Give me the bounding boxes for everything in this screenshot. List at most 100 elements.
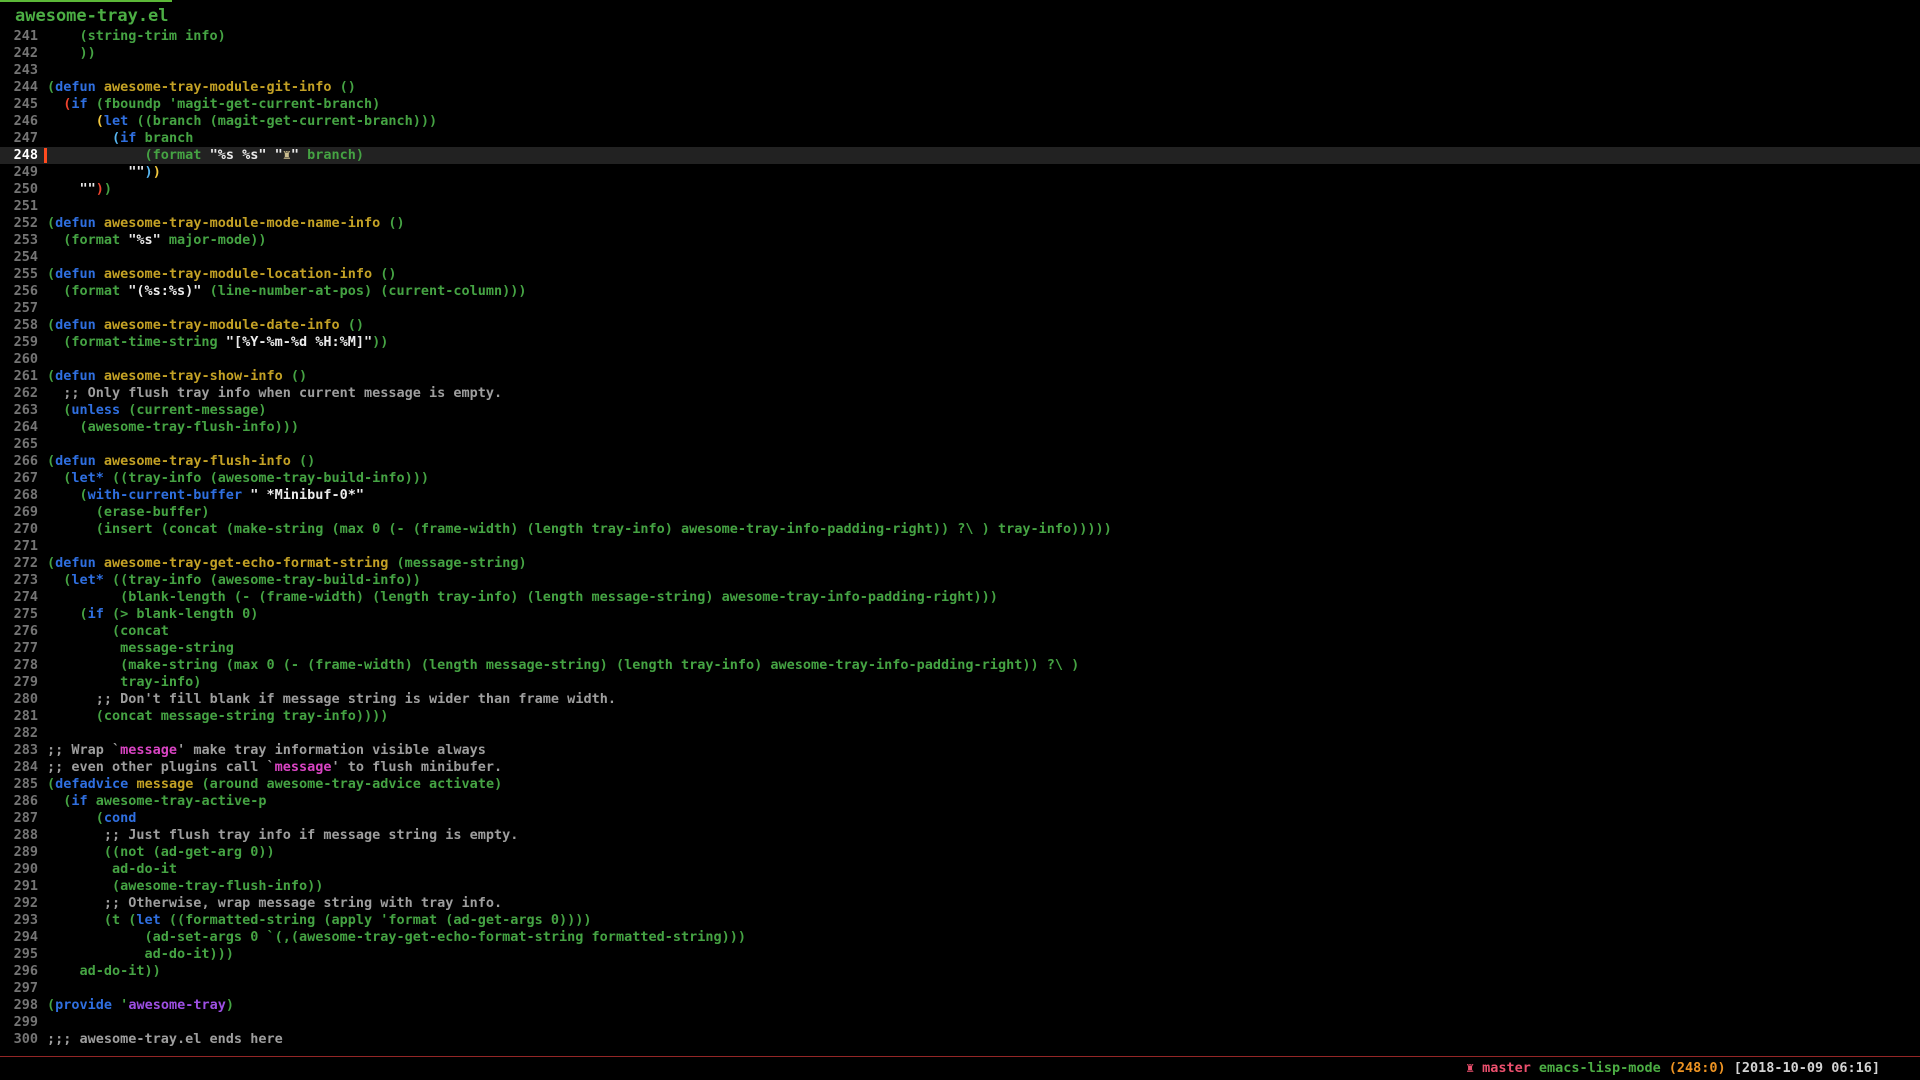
- code-line[interactable]: 245 (if (fboundp 'magit-get-current-bran…: [0, 96, 1920, 113]
- code-line[interactable]: 277 message-string: [0, 640, 1920, 657]
- code-text: (awesome-tray-flush-info)): [47, 878, 323, 894]
- code-line[interactable]: 286 (if awesome-tray-active-p: [0, 793, 1920, 810]
- code-line[interactable]: 279 tray-info): [0, 674, 1920, 691]
- code-line[interactable]: 251: [0, 198, 1920, 215]
- code-line[interactable]: 255(defun awesome-tray-module-location-i…: [0, 266, 1920, 283]
- code-line[interactable]: 258(defun awesome-tray-module-date-info …: [0, 317, 1920, 334]
- line-number: 283: [0, 742, 38, 759]
- line-number: 259: [0, 334, 38, 351]
- code-line[interactable]: 278 (make-string (max 0 (- (frame-width)…: [0, 657, 1920, 674]
- line-number: 288: [0, 827, 38, 844]
- code-text: ;; Just flush tray info if message strin…: [47, 827, 518, 843]
- code-line[interactable]: 275 (if (> blank-length 0): [0, 606, 1920, 623]
- code-text: (concat: [47, 623, 169, 639]
- line-number: 285: [0, 776, 38, 793]
- code-line[interactable]: 242 )): [0, 45, 1920, 62]
- code-line[interactable]: 263 (unless (current-message): [0, 402, 1920, 419]
- code-line[interactable]: 292 ;; Otherwise, wrap message string wi…: [0, 895, 1920, 912]
- code-line[interactable]: 246 (let ((branch (magit-get-current-bra…: [0, 113, 1920, 130]
- line-number: 246: [0, 113, 38, 130]
- code-text: "")): [47, 164, 161, 180]
- code-line[interactable]: 274 (blank-length (- (frame-width) (leng…: [0, 589, 1920, 606]
- code-line[interactable]: 265: [0, 436, 1920, 453]
- code-text: (insert (concat (make-string (max 0 (- (…: [47, 521, 1112, 537]
- line-number: 252: [0, 215, 38, 232]
- code-line[interactable]: 244(defun awesome-tray-module-git-info (…: [0, 79, 1920, 96]
- code-line[interactable]: 289 ((not (ad-get-arg 0)): [0, 844, 1920, 861]
- code-line[interactable]: 276 (concat: [0, 623, 1920, 640]
- line-number: 242: [0, 45, 38, 62]
- code-line[interactable]: 283;; Wrap `message' make tray informati…: [0, 742, 1920, 759]
- line-number: 241: [0, 28, 38, 45]
- code-line[interactable]: 281 (concat message-string tray-info)))): [0, 708, 1920, 725]
- code-line[interactable]: 257: [0, 300, 1920, 317]
- line-number: 247: [0, 130, 38, 147]
- code-line[interactable]: 250 "")): [0, 181, 1920, 198]
- line-number: 275: [0, 606, 38, 623]
- code-line[interactable]: 253 (format "%s" major-mode)): [0, 232, 1920, 249]
- line-number: 268: [0, 487, 38, 504]
- code-line[interactable]: 299: [0, 1014, 1920, 1031]
- buffer-tab[interactable]: awesome-tray.el: [15, 6, 169, 26]
- code-line[interactable]: 280 ;; Don't fill blank if message strin…: [0, 691, 1920, 708]
- line-number: 287: [0, 810, 38, 827]
- code-line[interactable]: 298(provide 'awesome-tray): [0, 997, 1920, 1014]
- code-line[interactable]: 272(defun awesome-tray-get-echo-format-s…: [0, 555, 1920, 572]
- line-number: 276: [0, 623, 38, 640]
- code-line[interactable]: 288 ;; Just flush tray info if message s…: [0, 827, 1920, 844]
- code-text: "")): [47, 181, 112, 197]
- line-number: 255: [0, 266, 38, 283]
- line-number: 265: [0, 436, 38, 453]
- code-line[interactable]: 247 (if branch: [0, 130, 1920, 147]
- line-number: 254: [0, 249, 38, 266]
- code-line[interactable]: 269 (erase-buffer): [0, 504, 1920, 521]
- code-line[interactable]: 284;; even other plugins call `message' …: [0, 759, 1920, 776]
- code-line[interactable]: 243: [0, 62, 1920, 79]
- code-line[interactable]: 294 (ad-set-args 0 `(,(awesome-tray-get-…: [0, 929, 1920, 946]
- code-text: ((not (ad-get-arg 0)): [47, 844, 275, 860]
- code-line[interactable]: 248 (format "%s %s" "♜" branch): [0, 147, 1920, 164]
- code-text: tray-info): [47, 674, 201, 690]
- code-line[interactable]: 256 (format "(%s:%s)" (line-number-at-po…: [0, 283, 1920, 300]
- code-line[interactable]: 259 (format-time-string "[%Y-%m-%d %H:%M…: [0, 334, 1920, 351]
- code-text: (let ((branch (magit-get-current-branch)…: [47, 113, 437, 129]
- code-line[interactable]: 241 (string-trim info): [0, 28, 1920, 45]
- code-text: (format "(%s:%s)" (line-number-at-pos) (…: [47, 283, 527, 299]
- code-line[interactable]: 270 (insert (concat (make-string (max 0 …: [0, 521, 1920, 538]
- code-line[interactable]: 249 "")): [0, 164, 1920, 181]
- code-line[interactable]: 261(defun awesome-tray-show-info (): [0, 368, 1920, 385]
- code-line[interactable]: 293 (t (let ((formatted-string (apply 'f…: [0, 912, 1920, 929]
- code-text: (provide 'awesome-tray): [47, 997, 234, 1013]
- code-line[interactable]: 271: [0, 538, 1920, 555]
- code-line[interactable]: 296 ad-do-it)): [0, 963, 1920, 980]
- code-line[interactable]: 295 ad-do-it))): [0, 946, 1920, 963]
- code-line[interactable]: 282: [0, 725, 1920, 742]
- code-line[interactable]: 266 (defun awesome-tray-flush-info (): [0, 453, 1920, 470]
- line-number: 274: [0, 589, 38, 606]
- code-line[interactable]: 273 (let* ((tray-info (awesome-tray-buil…: [0, 572, 1920, 589]
- code-line[interactable]: 297: [0, 980, 1920, 997]
- emacs-frame: awesome-tray.el 241 (string-trim info)24…: [0, 0, 1920, 1080]
- code-line[interactable]: 268 (with-current-buffer " *Minibuf-0*": [0, 487, 1920, 504]
- code-line[interactable]: 287 (cond: [0, 810, 1920, 827]
- code-text: (defun awesome-tray-flush-info (): [47, 453, 315, 469]
- buffer[interactable]: 241 (string-trim info)242 ))243244(defun…: [0, 28, 1920, 1048]
- line-number: 281: [0, 708, 38, 725]
- code-line[interactable]: 260: [0, 351, 1920, 368]
- code-line[interactable]: 252(defun awesome-tray-module-mode-name-…: [0, 215, 1920, 232]
- code-text: (awesome-tray-flush-info))): [47, 419, 299, 435]
- code-line[interactable]: 290 ad-do-it: [0, 861, 1920, 878]
- code-line[interactable]: 267 (let* ((tray-info (awesome-tray-buil…: [0, 470, 1920, 487]
- code-line[interactable]: 264 (awesome-tray-flush-info))): [0, 419, 1920, 436]
- code-text: ;; Don't fill blank if message string is…: [47, 691, 616, 707]
- line-number: 250: [0, 181, 38, 198]
- code-text: (unless (current-message): [47, 402, 266, 418]
- code-line[interactable]: 254: [0, 249, 1920, 266]
- code-line[interactable]: 262 ;; Only flush tray info when current…: [0, 385, 1920, 402]
- code-line[interactable]: 291 (awesome-tray-flush-info)): [0, 878, 1920, 895]
- code-line[interactable]: 285(defadvice message (around awesome-tr…: [0, 776, 1920, 793]
- code-text: ad-do-it))): [47, 946, 234, 962]
- line-number: 279: [0, 674, 38, 691]
- line-number: 266: [0, 453, 38, 470]
- code-line[interactable]: 300;;; awesome-tray.el ends here: [0, 1031, 1920, 1048]
